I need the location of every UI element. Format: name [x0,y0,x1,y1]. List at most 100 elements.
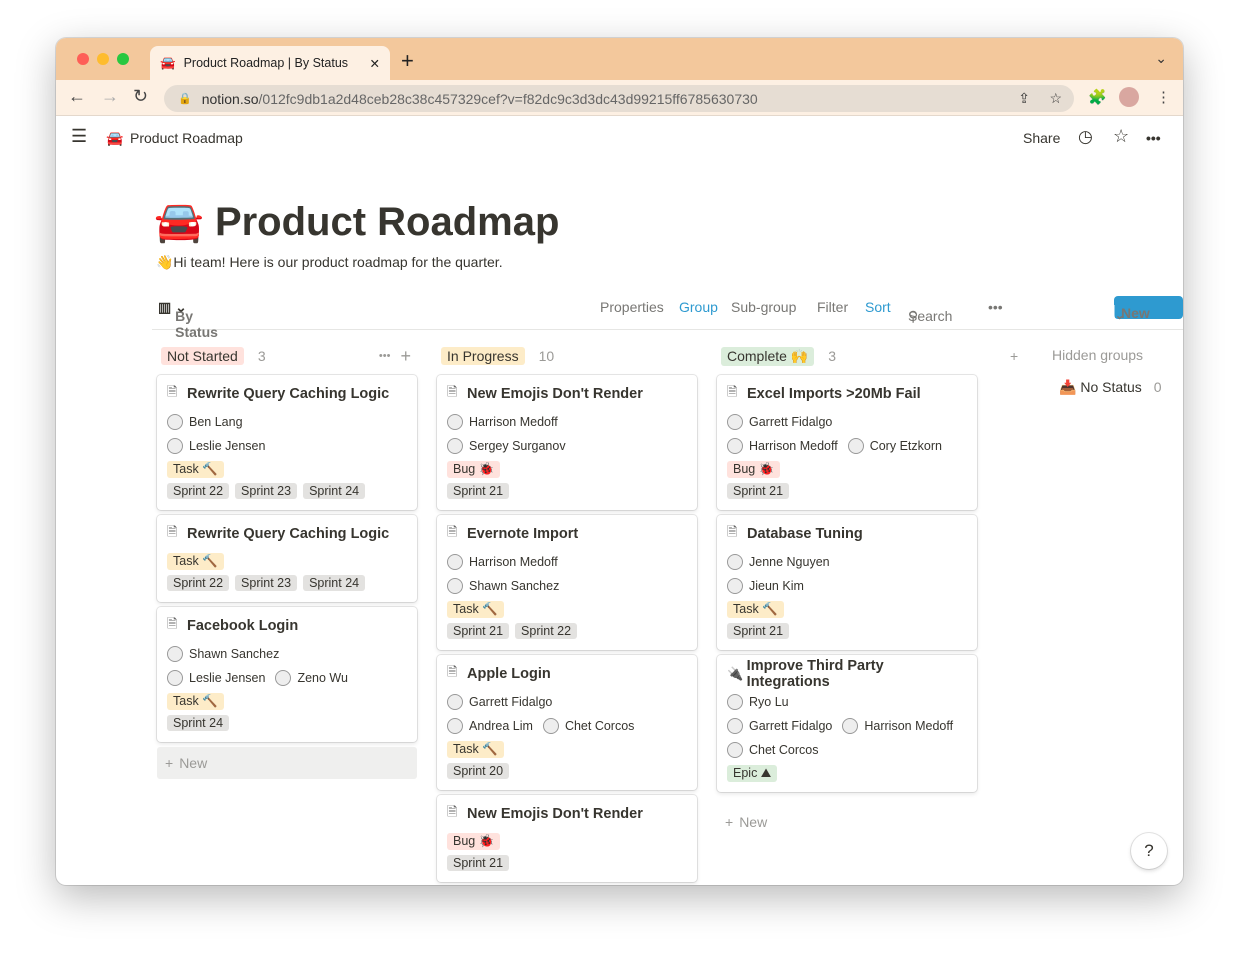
close-tab-icon[interactable]: ✕ [370,56,380,71]
favorite-star-icon[interactable]: ☆ [1113,126,1129,147]
people-row: Garrett Fidalgo [727,410,967,434]
board-card[interactable]: 🗎 Rewrite Query Caching Logic Task 🔨 Sprint… [157,515,417,602]
page-icon: 🗎 [727,384,738,399]
person: Garrett Fidalgo [727,414,832,430]
sprint-tag: Sprint 24 [303,575,366,591]
properties-button[interactable]: Properties [600,299,664,315]
add-new-card-button[interactable]: + New [157,747,417,779]
new-button[interactable]: New ⌄ [1114,296,1183,328]
browser-tab[interactable]: 🚘 Product Roadmap | By Status ✕ [150,46,390,80]
search-label: Search [908,308,953,324]
type-tag: Bug 🐞 [727,460,781,478]
car-icon: 🚘 [160,55,176,70]
sprint-row: Sprint 21 [727,480,967,502]
board-card[interactable]: 🔌 Improve Third Party Integrations Ryo Lu G… [717,655,977,792]
help-button[interactable]: ? [1131,833,1167,869]
forward-icon[interactable]: → [101,86,119,107]
sprint-row: Sprint 24 [167,712,407,734]
type-row: Bug 🐞 [447,830,687,852]
new-dropdown-chevron-icon[interactable]: ⌄ [1114,305,1124,328]
person-name: Chet Corcos [564,719,635,733]
avatar [727,578,743,594]
avatar [447,438,463,454]
close-window-button[interactable] [77,53,89,65]
new-tab-button[interactable]: + [401,48,414,74]
column-status-label[interactable]: Not Started [161,347,244,365]
person-name: Ryo Lu [749,695,789,709]
page-icon: 🗎 [167,616,178,631]
avatar [847,438,864,454]
profile-avatar[interactable] [1119,87,1139,107]
reload-icon[interactable]: ↻ [133,86,148,107]
add-group-icon[interactable]: + [1010,337,1018,375]
avatar [727,438,743,454]
board-card[interactable]: 🗎 Apple Login Garrett Fidalgo Andrea Lim Che… [437,655,697,790]
maximize-window-button[interactable] [117,53,129,65]
column-status-label[interactable]: Complete 🙌 [721,346,815,366]
board-card[interactable]: 🗎 Evernote Import Harrison Medoff Shawn San… [437,515,697,650]
history-clock-icon[interactable]: ◷ [1078,127,1093,147]
board-card[interactable]: 🗎 Rewrite Query Caching Logic Ben Lang Lesl… [157,375,417,510]
sprint-tag: Sprint 22 [167,575,230,591]
extensions-icon[interactable]: 🧩 [1088,88,1107,106]
card-title: 🗎 Excel Imports >20Mb Fail [727,384,967,404]
breadcrumb-page-icon: 🚘 [106,130,124,146]
card-title: 🗎 New Emojis Don't Render [447,384,687,404]
type-row: Bug 🐞 [727,458,967,480]
avatar [447,414,463,430]
card-title-text: Evernote Import [467,526,579,542]
avatar [542,718,559,734]
people-row: Shawn Sanchez [167,642,407,666]
type-row: Task 🔨 [447,738,687,760]
page-icon: 🗎 [167,524,178,539]
people-row: Harrison Medoff [447,550,687,574]
minimize-window-button[interactable] [97,53,109,65]
filter-button[interactable]: Filter [817,299,848,315]
person: Harrison Medoff [727,438,838,454]
tab-list-chevron-icon[interactable]: ⌄ [1155,50,1167,67]
avatar [727,718,743,734]
no-status-label: No Status [1080,379,1142,395]
add-new-card-button[interactable]: + New [717,806,977,838]
breadcrumb[interactable]: Product Roadmap [130,130,243,146]
url-host: notion.so [201,90,259,107]
sprint-tag: Sprint 21 [727,483,790,499]
person-name: Garrett Fidalgo [749,719,833,733]
view-selector[interactable]: ▥ By Status ⌄ [158,299,218,340]
board-card[interactable]: 🗎 Excel Imports >20Mb Fail Garrett Fidalgo… [717,375,977,510]
url-input[interactable]: 🔒 notion.so/012fc9db1a2d48ceb28c38c45732… [164,85,1074,112]
browser-menu-icon[interactable]: ⋮ [1156,88,1171,106]
type-tag: Bug 🐞 [447,832,501,850]
board-card[interactable]: 🗎 Facebook Login Shawn Sanchez Leslie Jense… [157,607,417,742]
avatar [727,742,743,758]
sidebar-menu-icon[interactable]: ☰ [71,126,87,147]
card-title-text: Apple Login [467,666,551,682]
board-card[interactable]: 🗎 New Emojis Don't Render Harrison Medoff S… [437,375,697,510]
board-card[interactable]: 🗎 Database Tuning Jenne Nguyen Jieun Kim Tas… [717,515,977,650]
column-add-icon[interactable]: + [400,346,411,367]
share-button[interactable]: Share [1023,130,1060,146]
people-row: Leslie Jensen [167,434,407,458]
card-title: 🗎 Apple Login [447,664,687,684]
back-icon[interactable]: ← [68,86,86,107]
view-more-icon[interactable]: ••• [988,299,1003,315]
sprint-tag: Sprint 23 [235,575,298,591]
column-more-icon[interactable]: ••• [379,350,391,362]
person: Ben Lang [167,414,243,430]
bookmark-star-icon[interactable]: ☆ [1049,90,1062,107]
column-status-label[interactable]: In Progress [441,347,525,365]
column-count: 3 [828,348,837,364]
card-title: 🗎 New Emojis Don't Render [447,804,687,824]
avatar [447,694,463,710]
group-button[interactable]: Group [679,299,718,315]
card-title: 🗎 Evernote Import [447,524,687,544]
more-options-icon[interactable]: ••• [1146,130,1161,146]
sort-button[interactable]: Sort [865,299,891,315]
people-row: Andrea Lim Chet Corcos [447,714,687,738]
lock-icon: 🔒 [178,93,192,105]
subgroup-button[interactable]: Sub-group [731,299,796,315]
board-card[interactable]: 🗎 New Emojis Don't Render Bug 🐞 Sprint 21 [437,795,697,882]
board-column: Not Started 3 ••• + 🗎 Rewrite Query Caching L… [157,337,417,779]
hidden-group-no-status[interactable]: 📥 No Status 0 [1059,379,1162,396]
share-page-icon[interactable]: ⇪ [1018,90,1030,107]
